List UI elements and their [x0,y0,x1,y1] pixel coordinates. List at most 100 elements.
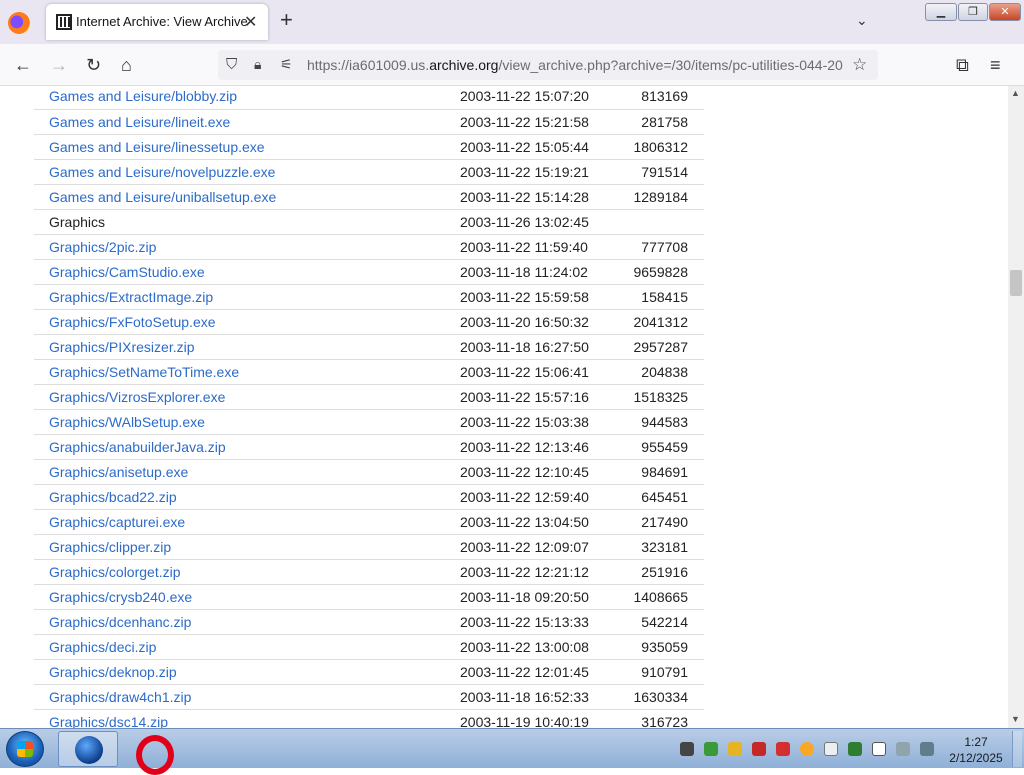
file-name-cell: Games and Leisure/blobby.zip [34,86,444,110]
file-link[interactable]: Graphics/bcad22.zip [49,489,177,505]
file-name-cell: Games and Leisure/linessetup.exe [34,134,444,160]
check-tray-icon[interactable] [848,742,862,756]
table-row: Graphics/deknop.zip 2003-11-22 12:01:45 91… [34,659,704,685]
file-link[interactable]: Graphics/anisetup.exe [49,464,188,480]
file-link[interactable]: Games and Leisure/novelpuzzle.exe [49,164,275,180]
file-date-cell: 2003-11-22 11:59:40 [444,234,614,260]
shield-icon[interactable]: ⛉ [226,56,237,73]
file-link[interactable]: Graphics/CamStudio.exe [49,264,205,280]
file-name-cell: Graphics/draw4ch1.zip [34,684,444,710]
file-size-cell: 2041312 [614,309,704,335]
file-link[interactable]: Graphics/capturei.exe [49,514,185,530]
back-arrow-icon[interactable]: ← [14,55,32,75]
update-tray-icon[interactable] [800,742,814,756]
tab-active[interactable]: Internet Archive: View Archive ✕ [46,4,268,40]
file-link[interactable]: Graphics/colorget.zip [49,564,181,580]
file-size-cell: 777708 [614,234,704,260]
home-icon[interactable]: ⌂ [121,55,132,75]
shield-tray-icon[interactable] [728,742,742,756]
scrollbar-thumb[interactable] [1010,270,1022,296]
vertical-scrollbar[interactable]: ▲ ▼ [1008,86,1024,728]
file-date-cell: 2003-11-22 12:09:07 [444,534,614,560]
table-row: Games and Leisure/blobby.zip 2003-11-22 1… [34,86,704,110]
file-link[interactable]: Graphics/draw4ch1.zip [49,689,191,705]
plus-icon[interactable]: + [280,9,293,31]
table-row: Graphics/bcad22.zip 2003-11-22 12:59:40 64… [34,484,704,510]
file-link[interactable]: Games and Leisure/linessetup.exe [49,139,265,155]
chevron-down-icon[interactable]: ⌄ [856,12,868,29]
restore-button[interactable]: ❐ [958,3,988,21]
extensions-icon[interactable]: ⧉ [956,55,969,75]
minimize-button[interactable]: ▁ [925,3,957,21]
file-size-cell: 935059 [614,634,704,660]
permissions-icon[interactable]: ⚟ [280,56,293,73]
file-link[interactable]: Graphics/clipper.zip [49,539,171,555]
file-link[interactable]: Graphics/dsc14.zip [49,714,168,729]
file-name-cell: Graphics/dsc14.zip [34,709,444,728]
file-date-cell: 2003-11-20 16:50:32 [444,309,614,335]
security-tray-icon[interactable] [704,742,718,756]
file-link[interactable]: Graphics/anabuilderJava.zip [49,439,226,455]
table-row: Graphics/deci.zip 2003-11-22 13:00:08 9350… [34,634,704,660]
start-button[interactable] [6,731,44,767]
file-name-cell: Graphics/bcad22.zip [34,484,444,510]
table-row: Games and Leisure/linessetup.exe 2003-11-… [34,134,704,160]
url-domain: archive.org [429,57,499,73]
file-size-cell: 9659828 [614,259,704,285]
file-link[interactable]: Graphics/FxFotoSetup.exe [49,314,216,330]
file-link[interactable]: Graphics/VizrosExplorer.exe [49,389,225,405]
file-size-cell: 944583 [614,409,704,435]
file-name-cell: Graphics/anisetup.exe [34,459,444,485]
file-link[interactable]: Games and Leisure/blobby.zip [49,88,237,104]
firefox-logo-icon[interactable] [8,12,30,34]
file-name-cell: Graphics/SetNameToTime.exe [34,359,444,385]
file-link[interactable]: Games and Leisure/uniballsetup.exe [49,189,276,205]
flag-icon[interactable] [872,742,886,756]
url-bar[interactable]: ⛉ 🔒︎ ⚟ https://ia601009.us.archive.org/v… [218,50,878,80]
clock-date[interactable]: 2/12/2025 [944,751,1008,765]
file-link[interactable]: Graphics/PIXresizer.zip [49,339,195,355]
file-name-cell: Graphics/2pic.zip [34,234,444,260]
file-link[interactable]: Graphics/SetNameToTime.exe [49,364,239,380]
file-link[interactable]: Graphics/WAlbSetup.exe [49,414,205,430]
file-size-cell: 158415 [614,284,704,310]
window-close-button[interactable]: ✕ [989,3,1021,21]
bookmark-star-icon[interactable]: ☆ [852,55,867,75]
show-desktop-button[interactable] [1012,731,1022,767]
file-link[interactable]: Graphics/2pic.zip [49,239,156,255]
file-date-cell: 2003-11-22 15:13:33 [444,609,614,635]
clock-time[interactable]: 1:27 [950,735,1002,749]
file-link[interactable]: Graphics/crysb240.exe [49,589,192,605]
file-link[interactable]: Graphics/dcenhanc.zip [49,614,191,630]
file-date-cell: 2003-11-22 15:03:38 [444,409,614,435]
acrobat-tray-icon[interactable] [776,742,790,756]
file-name-cell: Graphics/FxFotoSetup.exe [34,309,444,335]
menu-icon[interactable]: ≡ [990,55,1001,75]
volume-muted-icon[interactable] [920,742,934,756]
url-text[interactable]: https://ia601009.us.archive.org/view_arc… [307,57,847,73]
file-date-cell: 2003-11-22 12:59:40 [444,484,614,510]
file-link[interactable]: Graphics/deknop.zip [49,664,177,680]
file-size-cell: 1408665 [614,584,704,610]
eco-tray-icon[interactable] [680,742,694,756]
internet-explorer-icon[interactable] [58,731,118,767]
close-icon[interactable]: ✕ [244,12,257,32]
opera-icon[interactable] [120,731,180,775]
file-name-cell: Graphics/colorget.zip [34,559,444,585]
lock-icon[interactable]: 🔒︎ [254,56,261,73]
table-row: Graphics/2pic.zip 2003-11-22 11:59:40 7777… [34,234,704,260]
tools-tray-icon[interactable] [752,742,766,756]
file-size-cell: 217490 [614,509,704,535]
file-link[interactable]: Graphics/deci.zip [49,639,156,655]
scroll-down-icon[interactable]: ▼ [1011,714,1020,724]
scroll-up-icon[interactable]: ▲ [1011,88,1020,98]
file-link[interactable]: Graphics/ExtractImage.zip [49,289,213,305]
document-tray-icon[interactable] [824,742,838,756]
file-date-cell: 2003-11-22 15:06:41 [444,359,614,385]
forward-arrow-icon[interactable]: → [50,55,68,75]
network-icon[interactable] [896,742,910,756]
table-row: Graphics/dsc14.zip 2003-11-19 10:40:19 316… [34,709,704,728]
file-link[interactable]: Games and Leisure/lineit.exe [49,114,230,130]
navigation-toolbar: ← → ↻ ⌂ ⛉ 🔒︎ ⚟ https://ia601009.us.archi… [0,44,1024,86]
reload-icon[interactable]: ↻ [86,55,101,75]
